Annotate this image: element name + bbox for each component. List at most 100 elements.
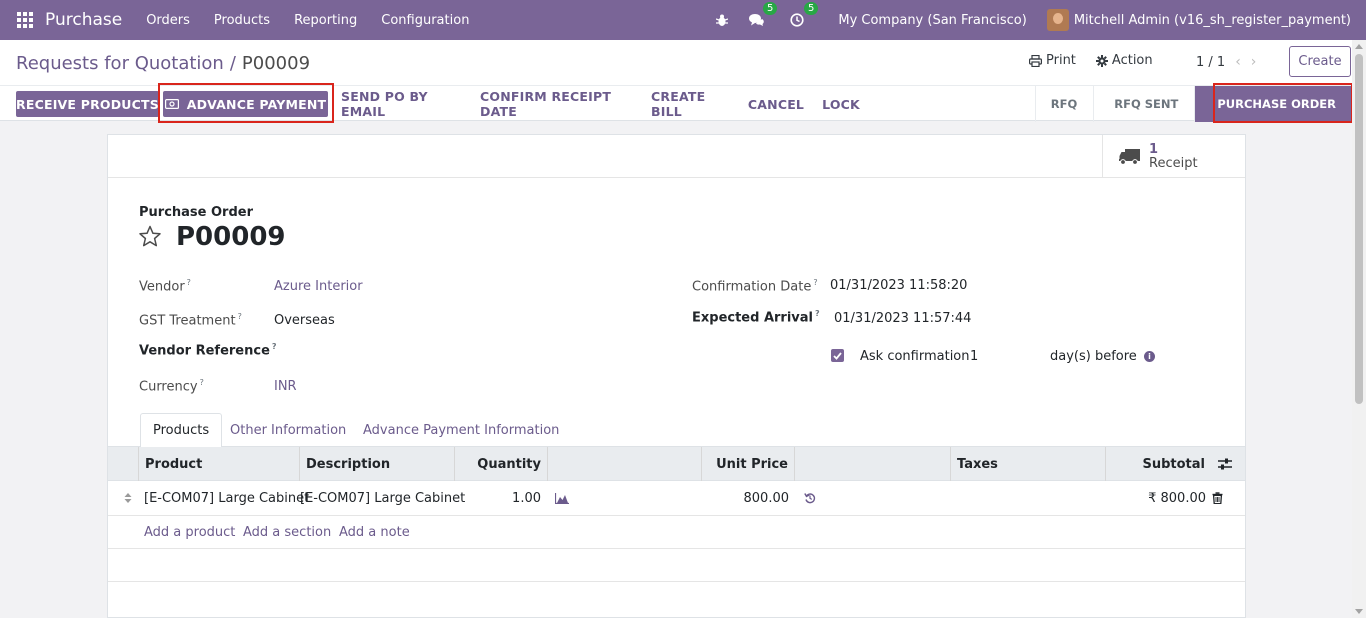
scroll-down-arrow-icon[interactable] — [1355, 609, 1363, 614]
control-panel: Requests for Quotation / P00009 Print Acti… — [0, 40, 1366, 123]
receipt-label: Receipt — [1149, 155, 1198, 171]
empty-row — [108, 549, 1245, 582]
column-subtotal[interactable]: Subtotal — [1105, 447, 1211, 481]
highlight-frame-status — [1213, 83, 1353, 123]
form-sheet: 1 Receipt Purchase Order P00009 Vendor? … — [107, 134, 1246, 618]
info-icon[interactable]: i — [1144, 351, 1155, 362]
days-before-label: day(s) before — [1050, 349, 1137, 364]
company-switcher[interactable]: My Company (San Francisco) — [838, 13, 1026, 28]
menu-configuration[interactable]: Configuration — [381, 13, 469, 28]
column-reset — [794, 447, 950, 481]
gst-treatment-field[interactable]: Overseas — [274, 313, 335, 328]
action-button[interactable]: Action — [1095, 53, 1153, 68]
column-unit-price[interactable]: Unit Price — [701, 447, 794, 481]
tab-products[interactable]: Products — [140, 413, 223, 448]
record-name: P00009 — [176, 222, 286, 252]
column-product[interactable]: Product — [138, 447, 299, 481]
star-icon[interactable] — [138, 225, 162, 252]
chevron-right-icon[interactable]: › — [1251, 54, 1257, 70]
ask-confirmation-days-field[interactable]: 1 — [970, 349, 978, 364]
order-lines-header: Product Description Quantity Unit Price … — [108, 447, 1245, 481]
forecast-chart-icon[interactable] — [555, 481, 569, 515]
record-type-label: Purchase Order — [139, 205, 254, 220]
page-scrollbar[interactable] — [1352, 40, 1366, 618]
send-po-email-button[interactable]: SEND PO BY EMAIL — [341, 89, 457, 119]
app-name[interactable]: Purchase — [45, 10, 122, 30]
ask-confirmation-label: Ask confirmation — [860, 349, 970, 364]
status-rfq[interactable]: RFQ — [1034, 86, 1094, 122]
activities-clock-icon[interactable]: 5 — [788, 2, 819, 29]
top-navbar: Purchase Orders Products Reporting Confi… — [0, 0, 1366, 40]
add-product-link[interactable]: Add a product — [144, 516, 235, 549]
receipt-smart-button[interactable]: 1 Receipt — [1102, 135, 1245, 178]
notebook-tabs: Products Other Information Advance Payme… — [108, 413, 1245, 448]
lock-button[interactable]: LOCK — [822, 91, 860, 117]
receipt-count: 1 — [1149, 141, 1159, 157]
vendor-reference-field[interactable] — [274, 343, 524, 361]
scroll-up-arrow-icon[interactable] — [1355, 44, 1363, 49]
reset-history-icon[interactable] — [804, 481, 816, 515]
vendor-label: Vendor? — [139, 278, 191, 295]
cancel-button[interactable]: CANCEL — [748, 91, 804, 117]
scrollbar-thumb[interactable] — [1355, 54, 1363, 404]
form-button-bar: RECEIVE PRODUCTS ADVANCE PAYMENT SEND PO… — [0, 83, 1366, 123]
trash-icon[interactable] — [1212, 481, 1223, 515]
tab-other-information[interactable]: Other Information — [230, 413, 346, 447]
receive-products-button[interactable]: RECEIVE PRODUCTS — [16, 91, 159, 117]
optional-columns-icon[interactable] — [1211, 447, 1245, 481]
column-forecast — [547, 447, 701, 481]
breadcrumb-current: P00009 — [241, 53, 311, 74]
user-avatar[interactable] — [1046, 9, 1069, 31]
smart-button-box: 1 Receipt — [108, 135, 1245, 178]
activities-badge: 5 — [803, 2, 819, 15]
chevron-left-icon[interactable]: ‹ — [1235, 54, 1241, 70]
status-rfq-sent[interactable]: RFQ SENT — [1093, 86, 1194, 122]
cell-description[interactable]: [E-COM07] Large Cabinet — [300, 481, 465, 515]
column-description[interactable]: Description — [299, 447, 454, 481]
menu-products[interactable]: Products — [214, 13, 270, 28]
checkmark-icon — [833, 351, 842, 360]
messages-badge: 5 — [762, 2, 778, 15]
confirmation-date-field[interactable]: 01/31/2023 11:58:20 — [830, 278, 967, 293]
print-button[interactable]: Print — [1029, 53, 1076, 68]
expected-arrival-label: Expected Arrival? — [692, 309, 820, 326]
pager: 1 / 1 ‹ › — [1196, 54, 1256, 70]
currency-label: Currency? — [139, 378, 204, 395]
table-row[interactable]: [E-COM07] Large Cabinet [E-COM07] Large … — [108, 481, 1245, 516]
ask-confirmation-checkbox[interactable] — [831, 349, 844, 362]
highlight-frame-advance-payment — [158, 83, 334, 123]
apps-menu-icon[interactable] — [17, 12, 33, 28]
breadcrumb: Requests for Quotation / P00009 — [16, 53, 310, 74]
tab-advance-payment-information[interactable]: Advance Payment Information — [363, 413, 559, 447]
truck-icon — [1119, 149, 1140, 165]
add-note-link[interactable]: Add a note — [339, 516, 410, 549]
print-label: Print — [1046, 53, 1076, 68]
expected-arrival-field[interactable]: 01/31/2023 11:57:44 — [834, 311, 971, 326]
menu-reporting[interactable]: Reporting — [294, 13, 357, 28]
drag-handle-icon[interactable] — [124, 481, 134, 515]
create-bill-button[interactable]: CREATE BILL — [651, 89, 728, 119]
vendor-field[interactable]: Azure Interior — [274, 279, 363, 294]
cell-unit-price[interactable]: 800.00 — [701, 481, 790, 515]
pager-value[interactable]: 1 / 1 — [1196, 55, 1225, 70]
vendor-reference-label: Vendor Reference? — [139, 342, 277, 359]
column-taxes[interactable]: Taxes — [950, 447, 1105, 481]
messages-icon[interactable]: 5 — [747, 2, 778, 29]
cell-subtotal: ₹ 800.00 — [1148, 490, 1206, 506]
add-section-link[interactable]: Add a section — [243, 516, 331, 549]
menu-orders[interactable]: Orders — [146, 13, 190, 28]
confirmation-date-label: Confirmation Date? — [692, 278, 818, 295]
cell-quantity[interactable]: 1.00 — [454, 481, 541, 515]
cell-product[interactable]: [E-COM07] Large Cabinet — [144, 481, 309, 515]
create-button[interactable]: Create — [1289, 46, 1351, 77]
column-quantity[interactable]: Quantity — [454, 447, 547, 481]
currency-field[interactable]: INR — [274, 379, 297, 394]
add-line-row: Add a product Add a section Add a note — [108, 516, 1245, 549]
debug-bug-icon[interactable] — [713, 11, 731, 29]
gst-treatment-label: GST Treatment? — [139, 312, 242, 329]
breadcrumb-parent[interactable]: Requests for Quotation — [16, 53, 224, 74]
print-icon — [1029, 54, 1042, 67]
gear-icon — [1095, 54, 1108, 67]
user-menu[interactable]: Mitchell Admin (v16_sh_register_payment) — [1074, 13, 1351, 28]
confirm-receipt-date-button[interactable]: CONFIRM RECEIPT DATE — [480, 89, 628, 119]
